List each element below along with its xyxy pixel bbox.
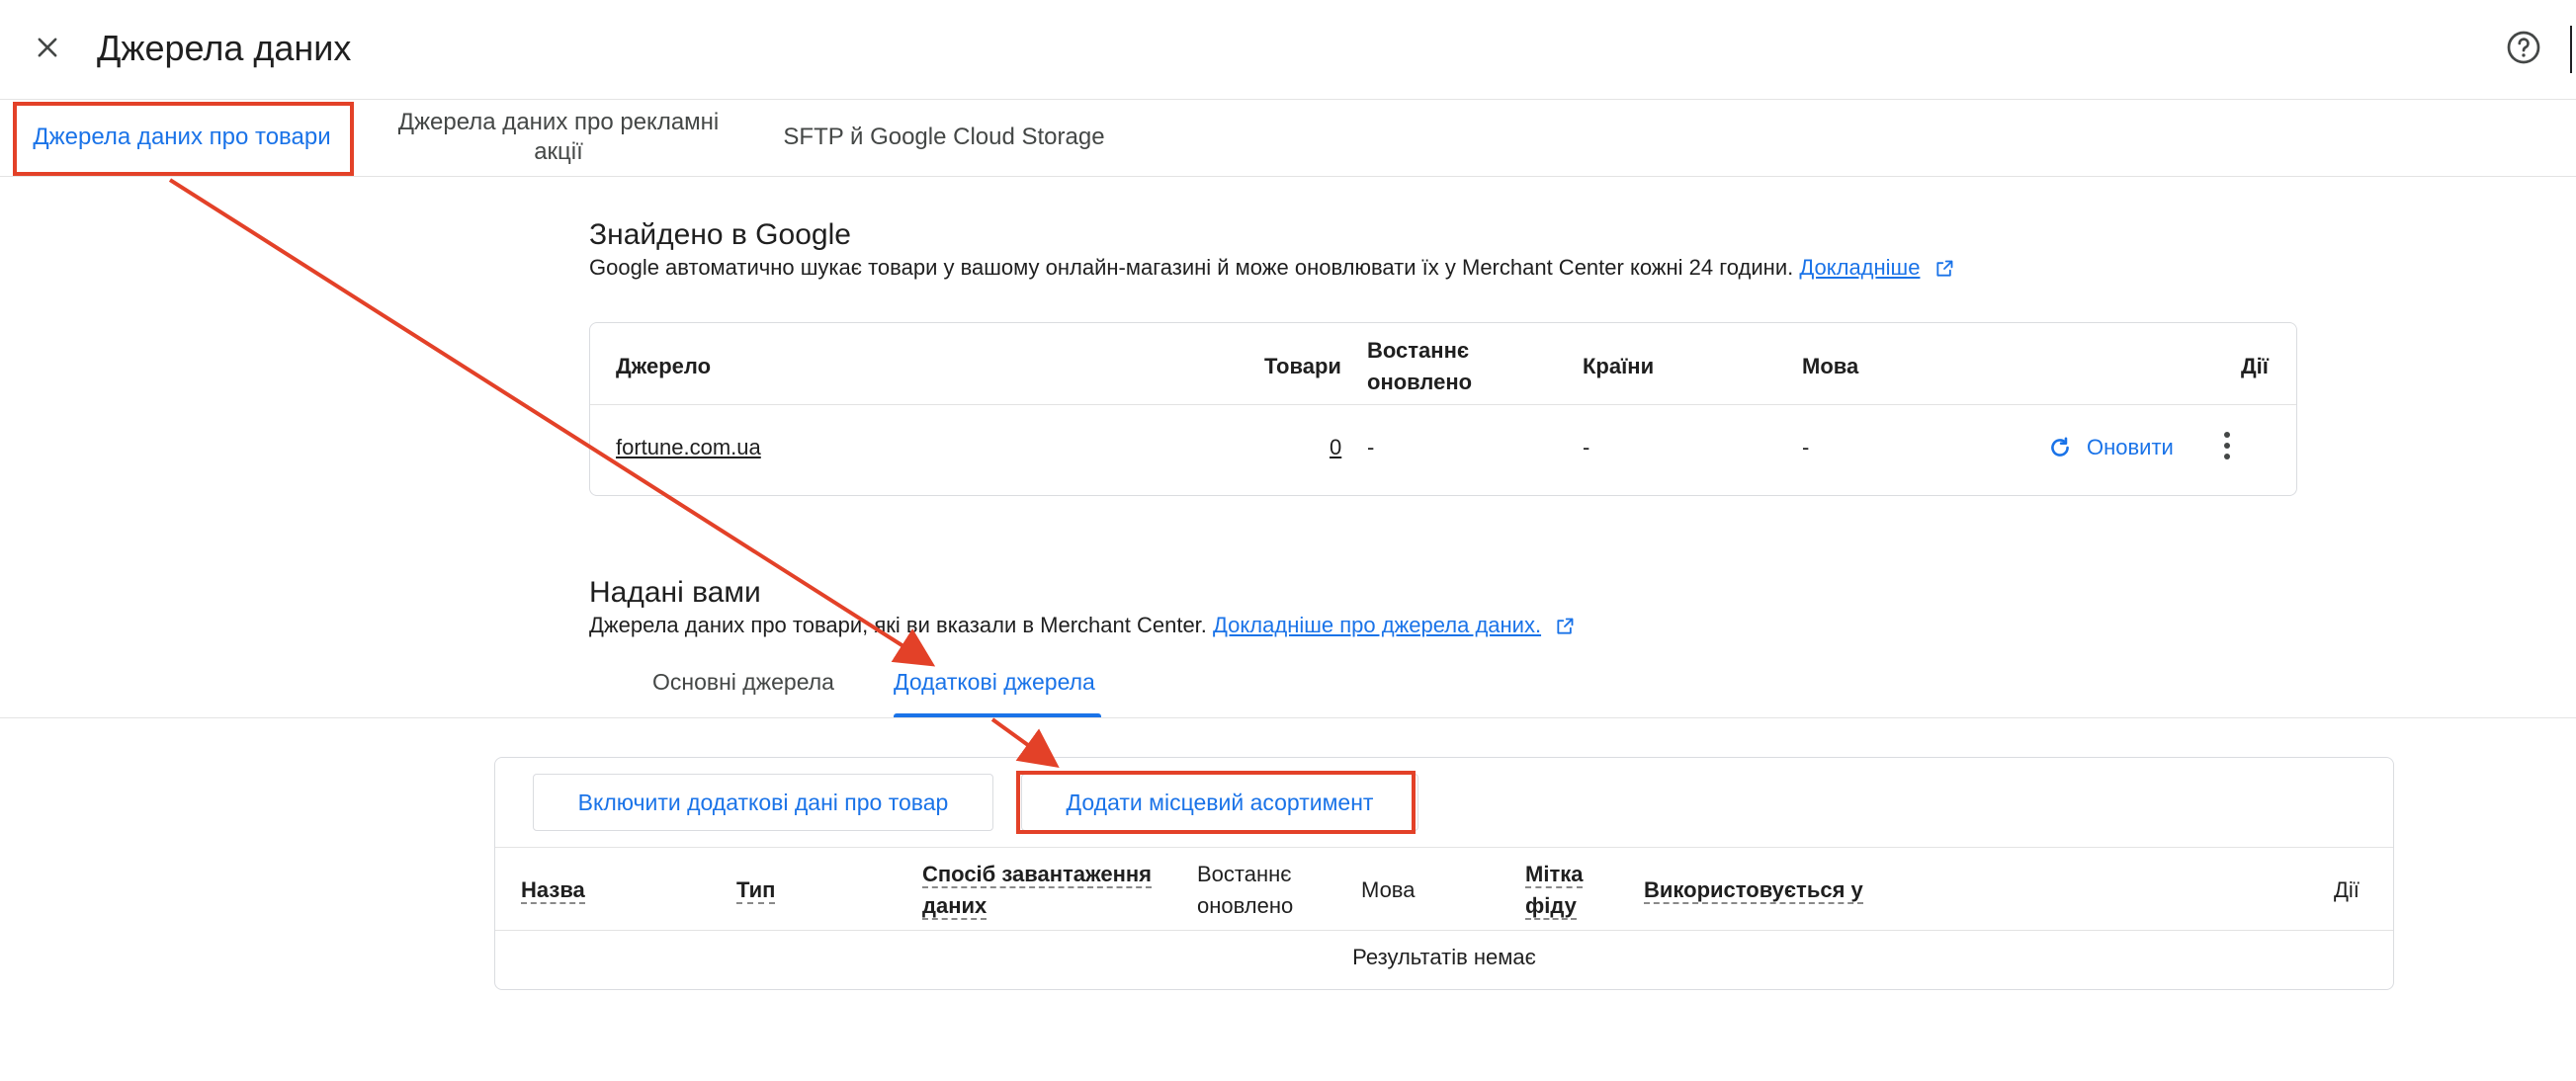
- annotation-arrows: [168, 178, 1060, 769]
- annotation-arrow-2: [990, 717, 1060, 769]
- annotation-arrow-1: [168, 178, 936, 667]
